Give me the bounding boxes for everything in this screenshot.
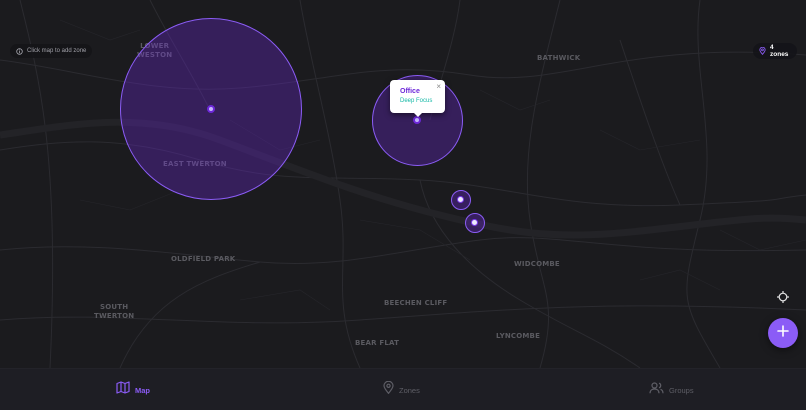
zone-count-text: 4 zones	[770, 44, 789, 58]
area-label-lyncombe: LYNCOMBE	[496, 332, 541, 340]
nav-item-groups[interactable]: Groups	[649, 369, 694, 410]
zone-center-marker[interactable]	[207, 105, 215, 113]
pin-icon	[759, 42, 766, 60]
nav-label-map: Map	[135, 385, 150, 395]
nav-item-zones[interactable]: Zones	[383, 369, 420, 410]
nav-label-zones: Zones	[399, 385, 420, 395]
close-icon[interactable]: ×	[436, 82, 441, 91]
locate-button[interactable]	[775, 291, 791, 307]
pin-icon	[383, 380, 394, 399]
bottom-navigation: Map Zones Groups	[0, 368, 806, 410]
hint-text: Click map to add zone	[27, 48, 87, 54]
add-zone-hint: Click map to add zone	[10, 42, 93, 60]
zone-circle-small[interactable]	[451, 190, 471, 210]
area-label-widcombe: WIDCOMBE	[514, 260, 560, 268]
add-zone-button[interactable]	[768, 318, 798, 348]
zone-center-marker	[457, 196, 464, 203]
plus-icon	[777, 324, 789, 342]
map-icon	[116, 381, 130, 399]
nav-item-map[interactable]: Map	[116, 369, 150, 410]
map-canvas[interactable]: LOWER WESTON EAST TWERTON BATHWICK OLDFI…	[0, 0, 806, 368]
nav-label-groups: Groups	[669, 385, 694, 395]
crosshair-icon	[777, 290, 789, 308]
zone-count-badge[interactable]: 4 zones	[753, 43, 797, 59]
zone-center-marker	[471, 219, 478, 226]
area-label-beechen-cliff: BEECHEN CLIFF	[384, 299, 448, 307]
area-label-bathwick: BATHWICK	[537, 54, 581, 62]
zone-popup: Office Deep Focus ×	[390, 80, 445, 117]
info-icon	[16, 42, 23, 60]
area-label-oldfield-park: OLDFIELD PARK	[171, 255, 236, 263]
zone-circle-small[interactable]	[465, 213, 485, 233]
popup-subtitle: Deep Focus	[400, 98, 433, 104]
area-label-bear-flat: BEAR FLAT	[355, 339, 400, 347]
area-label-south-twerton: SOUTH TWERTON	[94, 303, 135, 320]
users-icon	[649, 381, 664, 399]
zone-center-marker[interactable]	[413, 116, 421, 124]
